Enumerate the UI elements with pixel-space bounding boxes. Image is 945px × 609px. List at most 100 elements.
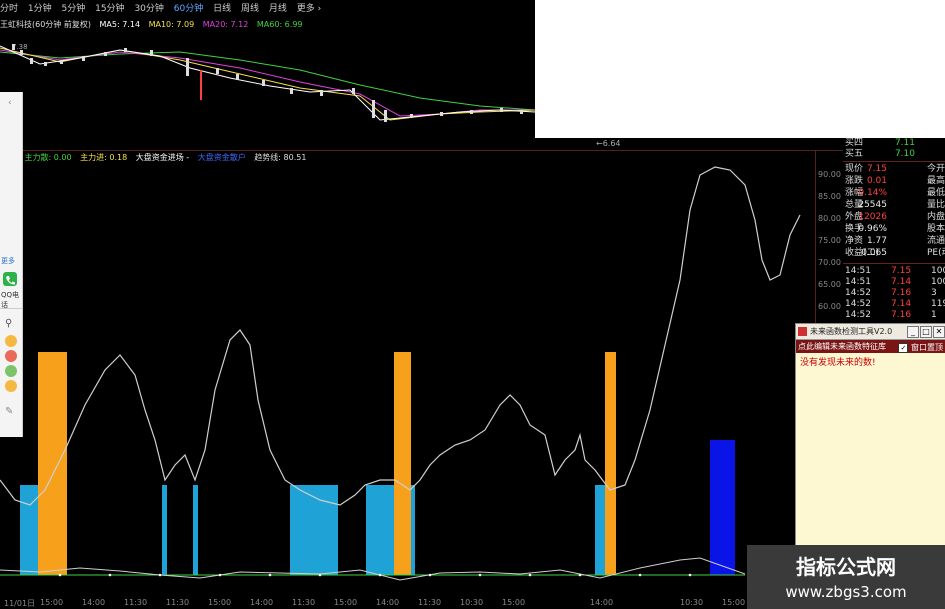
tick-time: 14:51 [845, 277, 871, 287]
tab-timeframe-7[interactable]: 周线 [241, 0, 259, 18]
quote-row: 涨幅 0.14% 最低 [843, 188, 945, 199]
marker-label: ←6.64 [596, 139, 621, 148]
search-icon[interactable]: ⚲ [5, 318, 12, 329]
avatar-icon[interactable] [5, 350, 17, 362]
time-axis-label: 15:00 [208, 598, 232, 607]
ma20-value: MA20: 7.12 [202, 20, 249, 29]
quote-value: 1.77 [866, 236, 887, 246]
scale-label: 90.00 [818, 170, 841, 179]
tick-volume: 1 [931, 310, 937, 320]
quote-label: 涨跌 [845, 176, 864, 186]
tick-time: 14:52 [845, 310, 871, 320]
tab-timeframe-2[interactable]: 5分钟 [62, 0, 86, 18]
tick-volume: 119 [931, 299, 945, 309]
watermark-title: 指标公式网 [796, 555, 896, 579]
minimize-button[interactable]: _ [907, 326, 919, 338]
time-axis-label: 11:30 [418, 598, 442, 607]
indicator-chart [0, 166, 801, 581]
quote-panel: 买四 7.11 买五 7.10 现价 7.15 今开 涨跌 0.01 最高 涨幅 0.14% 最… [843, 138, 945, 343]
tab-timeframe-5[interactable]: 60分钟 [174, 0, 203, 18]
tab-timeframe-6[interactable]: 日线 [213, 0, 231, 18]
cyan-bar [290, 485, 338, 575]
tab-timeframe-3[interactable]: 15分钟 [95, 0, 124, 18]
tick-price: 7.16 [891, 288, 912, 298]
dialog-titlebar[interactable]: 未来函数检测工具V2.0 _ □ ✕ [796, 324, 945, 340]
ma10-value: MA10: 7.09 [148, 20, 195, 29]
tick-time: 14:52 [845, 288, 871, 298]
scale-label: 85.00 [818, 192, 841, 201]
dialog-title: 未来函数检测工具V2.0 [810, 327, 893, 336]
scale-divider [815, 150, 816, 350]
quote-label: 流通 [927, 236, 945, 246]
app-icon [798, 327, 807, 336]
time-axis-label: 15:00 [334, 598, 358, 607]
tick-volume: 3 [931, 288, 937, 298]
cyan-bar [193, 485, 198, 575]
tab-timeframe-1[interactable]: 1分钟 [28, 0, 52, 18]
ma20-line [0, 49, 535, 117]
quote-value: 0.96% [858, 224, 887, 234]
scale-label: 70.00 [818, 258, 841, 267]
dialog-toolbar: 点此编辑未来函数特征库 ✓ 窗口置顶 [796, 340, 945, 353]
edit-icon[interactable]: ✎ [5, 406, 13, 417]
time-axis-label: 14:00 [590, 598, 614, 607]
quote-label: PE(动) [927, 248, 945, 258]
side-toolbar: ‹ 更多 QQ电话 ⚲ ✎ [0, 92, 23, 437]
quote-divider [843, 161, 945, 162]
edit-library-link[interactable]: 点此编辑未来函数特征库 [798, 342, 886, 351]
time-axis-label: 11/01日 [4, 599, 36, 608]
maximize-button[interactable]: □ [920, 326, 932, 338]
time-axis-label: 14:00 [376, 598, 400, 607]
quote-label: 量比 [927, 200, 945, 210]
scale-label: 60.00 [818, 302, 841, 311]
chevron-left-icon[interactable]: ‹ [8, 98, 12, 108]
ma5-value: MA5: 7.14 [99, 20, 141, 29]
avatar-icon[interactable] [5, 335, 17, 347]
tab-timeframe-4[interactable]: 30分钟 [134, 0, 163, 18]
time-axis-label: 10:30 [460, 598, 484, 607]
quote-row: 涨跌 0.01 最高 [843, 176, 945, 187]
more-link[interactable]: 更多 [1, 256, 15, 266]
quote-ask5: 买五 7.10 [845, 149, 915, 159]
quote-value: 0.065 [861, 248, 887, 258]
tab-timeframe-0[interactable]: 分时 [0, 0, 18, 18]
close-button[interactable]: ✕ [933, 326, 945, 338]
phone-icon[interactable] [3, 272, 17, 286]
top-right-blank [535, 0, 945, 138]
quote-label: 净资 [845, 236, 864, 246]
ma60-value: MA60: 6.99 [256, 20, 303, 29]
time-axis-label: 14:00 [82, 598, 106, 607]
tick-row: 14:51 7.15 100 [843, 266, 945, 277]
quote-label: 最高 [927, 176, 945, 186]
quote-row: 总量 25545 量比 [843, 200, 945, 211]
tick-row: 14:52 7.16 1 [843, 310, 945, 321]
tick-row: 14:51 7.14 100 [843, 277, 945, 288]
avatar-icon[interactable] [5, 365, 17, 377]
tab-timeframe-9[interactable]: 更多 › [297, 0, 321, 18]
stay-on-top-label: 窗口置顶 [911, 343, 943, 352]
tick-price: 7.14 [891, 277, 912, 287]
quote-label: 现价 [845, 164, 864, 174]
cyan-bar [411, 485, 415, 575]
avatar-icon[interactable] [5, 380, 17, 392]
tick-time: 14:52 [845, 299, 871, 309]
quote-value: 12026 [858, 212, 887, 222]
stay-on-top-toggle[interactable]: ✓ 窗口置顶 [898, 341, 943, 354]
tick-price: 7.15 [891, 266, 912, 276]
checkbox-checked-icon[interactable]: ✓ [898, 342, 909, 353]
quote-value: 7.15 [866, 164, 887, 174]
blue-bar [710, 440, 735, 575]
watermark-url: www.zbgs3.com [785, 583, 907, 601]
timeframe-toolbar: 分时 1分钟 5分钟 15分钟 30分钟 60分钟 日线 周线 月线 更多 › [0, 0, 535, 18]
quote-label: 今开 [927, 164, 945, 174]
qq-call-label: QQ电话 [1, 291, 20, 309]
scale-label: 80.00 [818, 214, 841, 223]
scale-label: 75.00 [818, 236, 841, 245]
time-axis-label: 15:00 [722, 598, 746, 607]
tab-timeframe-8[interactable]: 月线 [269, 0, 287, 18]
quote-divider [843, 263, 945, 264]
cyan-bar [162, 485, 167, 575]
time-axis-label: 14:00 [250, 598, 274, 607]
future-function-dialog: 未来函数检测工具V2.0 _ □ ✕ 点此编辑未来函数特征库 ✓ 窗口置顶 没有… [795, 323, 945, 547]
quote-row: 外盘 12026 内盘 [843, 212, 945, 223]
